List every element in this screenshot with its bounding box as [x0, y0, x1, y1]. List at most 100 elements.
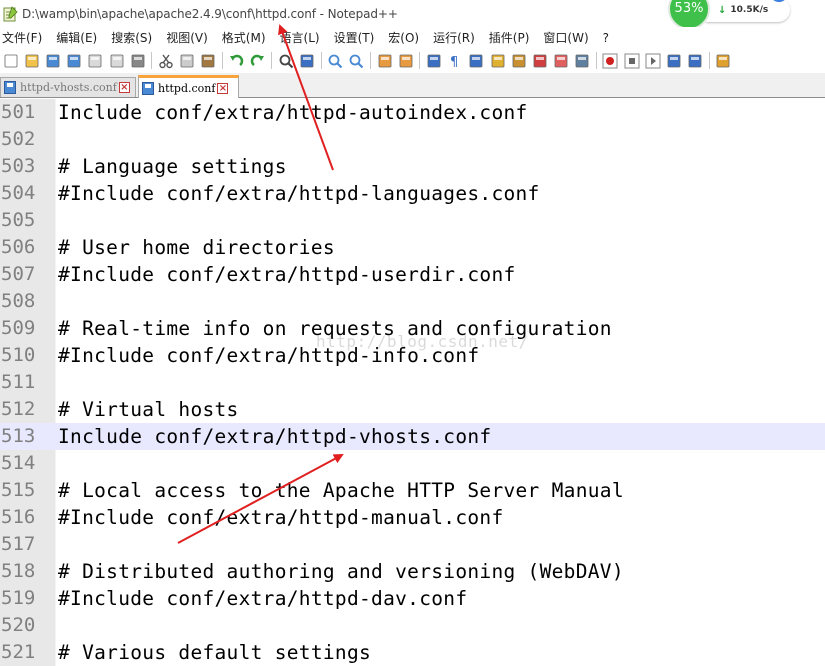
stop-macro-icon[interactable] [624, 53, 640, 69]
redo-icon[interactable] [250, 53, 266, 69]
current-line[interactable]: 513 Include conf/extra/httpd-vhosts.conf [0, 423, 825, 450]
network-speed-widget[interactable]: ↓ 10.5K/s 53% + [668, 0, 798, 30]
toolbar-separator [419, 52, 421, 69]
code-line[interactable]: 503 # Language settings [0, 153, 825, 180]
undo-icon[interactable] [228, 53, 244, 69]
copy-icon[interactable] [179, 53, 195, 69]
line-number: 503 [0, 153, 55, 180]
toolbar: ¶ [0, 48, 825, 73]
saved-file-icon [4, 81, 16, 94]
menu-format[interactable]: 格式(M) [222, 29, 266, 46]
toolbar-separator [595, 52, 597, 69]
line-number: 513 [0, 423, 55, 450]
code-line[interactable]: 517 [0, 531, 825, 558]
menu-search[interactable]: 搜索(S) [111, 29, 152, 46]
code-line[interactable]: 502 [0, 126, 825, 153]
line-number: 512 [0, 396, 55, 423]
line-number: 505 [0, 207, 55, 234]
comment-text: # Distributed authoring and versioning (… [58, 560, 624, 583]
network-speed-pill: ↓ 10.5K/s [706, 0, 790, 22]
code-line[interactable]: 511 [0, 369, 825, 396]
open-file-icon[interactable] [24, 53, 40, 69]
menu-view[interactable]: 视图(V) [166, 29, 208, 46]
folder-workspace-icon[interactable] [553, 53, 569, 69]
menu-language[interactable]: 语言(L) [280, 29, 320, 46]
line-number: 507 [0, 261, 55, 288]
user-language-icon[interactable] [490, 53, 506, 69]
menu-bar: 文件(F) 编辑(E) 搜索(S) 视图(V) 格式(M) 语言(L) 设置(T… [0, 27, 825, 48]
menu-settings[interactable]: 设置(T) [334, 29, 375, 46]
spell-check-icon[interactable] [715, 53, 731, 69]
network-usage-circle: 53% [668, 0, 710, 30]
zoom-in-icon[interactable] [327, 53, 343, 69]
line-number: 517 [0, 531, 55, 558]
paste-icon[interactable] [200, 53, 216, 69]
editor-area[interactable]: 501 Include conf/extra/httpd-autoindex.co… [0, 99, 825, 666]
menu-run[interactable]: 运行(R) [433, 29, 475, 46]
play-macro-icon[interactable] [645, 53, 661, 69]
cut-icon[interactable] [158, 53, 174, 69]
code-line[interactable]: 505 [0, 207, 825, 234]
code-line[interactable]: 507 #Include conf/extra/httpd-userdir.con… [0, 261, 825, 288]
window-title: D:\wamp\bin\apache\apache2.4.9\conf\http… [22, 6, 398, 21]
comment-text: #Include conf/extra/httpd-languages.conf [58, 182, 540, 205]
save-all-icon[interactable] [66, 53, 82, 69]
record-macro-icon[interactable] [602, 53, 618, 69]
code-line[interactable]: 520 [0, 612, 825, 639]
comment-text: #Include conf/extra/httpd-manual.conf [58, 506, 504, 529]
tab-close-icon[interactable]: × [217, 82, 229, 94]
menu-window[interactable]: 窗口(W) [543, 29, 588, 46]
code-line[interactable]: 515 # Local access to the Apache HTTP Ser… [0, 477, 825, 504]
menu-plugins[interactable]: 插件(P) [489, 29, 530, 46]
tab-close-icon[interactable]: × [118, 82, 130, 93]
code-line[interactable]: 501 Include conf/extra/httpd-autoindex.co… [0, 99, 825, 126]
zoom-out-icon[interactable] [348, 53, 364, 69]
line-number: 510 [0, 342, 55, 369]
line-number: 504 [0, 180, 55, 207]
sync-vertical-icon[interactable] [377, 53, 393, 69]
monitoring-icon[interactable] [574, 53, 590, 69]
find-icon[interactable] [278, 53, 294, 69]
print-icon[interactable] [130, 53, 146, 69]
function-list-icon[interactable] [532, 53, 548, 69]
run-macro-multiple-icon[interactable] [666, 53, 682, 69]
comment-text: # Language settings [58, 155, 287, 178]
code-line[interactable]: 512 # Virtual hosts [0, 396, 825, 423]
code-line[interactable]: 516 #Include conf/extra/httpd-manual.conf [0, 504, 825, 531]
menu-macro[interactable]: 宏(O) [388, 29, 419, 46]
show-all-chars-icon[interactable]: ¶ [447, 53, 463, 70]
menu-file[interactable]: 文件(F) [2, 29, 42, 46]
network-speed-value: 10.5K/s [730, 5, 769, 15]
line-number: 521 [0, 639, 55, 666]
sync-horizontal-icon[interactable] [398, 53, 414, 69]
download-arrow-icon: ↓ [718, 4, 727, 16]
close-icon[interactable] [87, 53, 103, 69]
line-number: 518 [0, 558, 55, 585]
close-all-icon[interactable] [109, 53, 125, 69]
new-file-icon[interactable] [3, 53, 19, 69]
code-text: Include conf/extra/httpd-vhosts.conf [58, 425, 492, 448]
menu-help[interactable]: ? [603, 31, 609, 45]
replace-icon[interactable] [299, 53, 315, 69]
doc-map-icon[interactable] [511, 53, 527, 69]
code-line[interactable]: 508 [0, 288, 825, 315]
code-line[interactable]: 518 # Distributed authoring and versionin… [0, 558, 825, 585]
line-number: 514 [0, 450, 55, 477]
toolbar-separator [151, 52, 153, 69]
code-line[interactable]: 506 # User home directories [0, 234, 825, 261]
word-wrap-icon[interactable] [426, 53, 442, 69]
menu-edit[interactable]: 编辑(E) [56, 29, 97, 46]
line-number: 515 [0, 477, 55, 504]
tab-label: httpd.conf [158, 81, 216, 95]
comment-text: #Include conf/extra/httpd-userdir.conf [58, 263, 516, 286]
indent-guide-icon[interactable] [468, 53, 484, 69]
save-macro-icon[interactable] [687, 53, 703, 69]
code-line[interactable]: 521 # Various default settings [0, 639, 825, 666]
code-line[interactable]: 504 #Include conf/extra/httpd-languages.c… [0, 180, 825, 207]
svg-text:¶: ¶ [450, 55, 458, 69]
tab-httpd-conf[interactable]: httpd.conf × [138, 75, 239, 98]
tab-httpd-vhosts[interactable]: httpd-vhosts.conf × [0, 77, 136, 97]
save-icon[interactable] [45, 53, 61, 69]
code-line[interactable]: 519 #Include conf/extra/httpd-dav.conf [0, 585, 825, 612]
code-line[interactable]: 514 [0, 450, 825, 477]
